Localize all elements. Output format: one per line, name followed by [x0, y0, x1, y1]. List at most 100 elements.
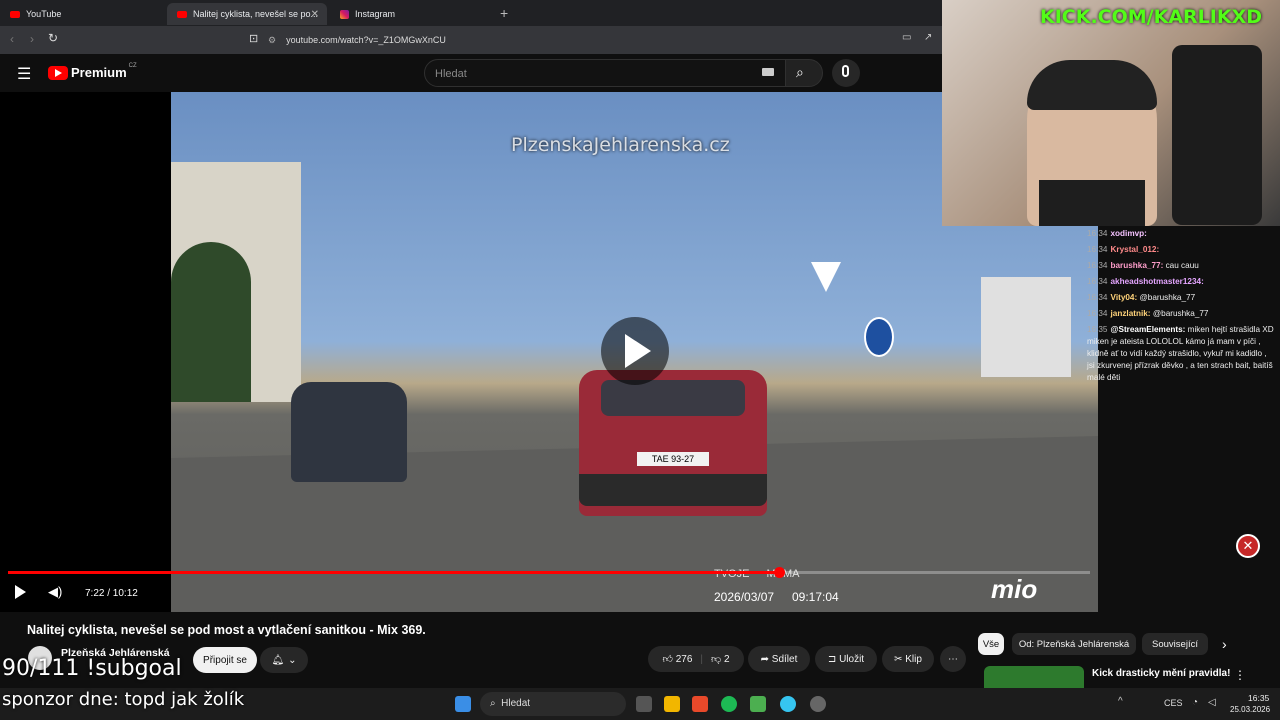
close-overlay-icon[interactable]: ✕: [1236, 534, 1260, 558]
more-actions-button[interactable]: ⋯: [940, 646, 966, 672]
hoodie: [1039, 180, 1145, 226]
taskbar-search[interactable]: ⌕ Hledat: [480, 692, 626, 716]
thumb-up-icon: 👍︎: [662, 654, 673, 665]
play-icon: [625, 334, 651, 368]
chat-username[interactable]: @StreamElements:: [1111, 325, 1186, 334]
chat-username[interactable]: Krystal_012:: [1111, 245, 1160, 254]
parked-car: [291, 382, 407, 482]
url-field[interactable]: ⚙ youtube.com/watch?v=_Z1OMGwXnCU: [268, 31, 918, 49]
gaming-chair: [1172, 45, 1262, 225]
recommended-thumbnail[interactable]: [984, 666, 1084, 688]
tab-video[interactable]: Nalitej cyklista, nevešel se po... ✕: [167, 3, 327, 25]
progress-fill: [8, 571, 780, 574]
language-indicator[interactable]: CES: [1164, 698, 1183, 708]
share-page-icon[interactable]: ↗: [924, 32, 932, 43]
like-dislike-group: 👍︎ 276 | 👎︎ 2: [648, 646, 744, 672]
back-icon[interactable]: ‹: [10, 32, 14, 46]
spotify-icon[interactable]: [721, 696, 737, 712]
subscribe-notifications-button[interactable]: 🔔︎ ⌄: [260, 647, 308, 673]
kick-banner: KICK.COM/KARLIKXD: [1040, 6, 1262, 28]
chat-username[interactable]: Vity04:: [1111, 293, 1138, 302]
search-button[interactable]: ⌕: [785, 59, 823, 87]
app-icon[interactable]: [750, 696, 766, 712]
clock-date: 25.03.2026: [1230, 705, 1271, 714]
recommended-menu-icon[interactable]: ⋮: [1234, 668, 1246, 682]
chip-all[interactable]: Vše: [978, 633, 1004, 655]
chat-username[interactable]: barushka_77:: [1111, 261, 1164, 270]
microphone-icon: [842, 65, 849, 77]
yield-sign: [811, 262, 841, 292]
search-input[interactable]: Hledat: [424, 59, 786, 87]
network-icon[interactable]: ◔: [1192, 697, 1198, 708]
progress-bar[interactable]: [8, 567, 1090, 578]
browser-tab-bar: YouTube Nalitej cyklista, nevešel se po.…: [0, 0, 942, 26]
video-title: Nalitej cyklista, nevešel se pod most a …: [27, 623, 426, 637]
chat-timestamp: 16:34: [1087, 277, 1108, 286]
reload-icon[interactable]: ↻: [48, 31, 58, 45]
chevron-down-icon: ⌄: [288, 654, 297, 666]
share-icon: ➦: [760, 653, 770, 665]
time-display: 7:22 / 10:12: [85, 588, 138, 599]
chip-from-channel[interactable]: Od: Plzeňská Jehlárenská: [1012, 633, 1136, 655]
youtube-icon: [177, 10, 187, 18]
chat-username[interactable]: akheadshotmaster1234:: [1111, 277, 1204, 286]
chat-username[interactable]: janzlatnik:: [1111, 309, 1151, 318]
share-button[interactable]: ➦ Sdílet: [748, 646, 810, 672]
app-icon-2[interactable]: [780, 696, 796, 712]
like-button[interactable]: 👍︎ 276: [662, 653, 692, 665]
license-plate: TAE 93-27: [637, 452, 709, 466]
video-player[interactable]: TAE 93-27 PlzenskaJehlarenska.cz TVOJE M…: [0, 92, 1098, 612]
volume-icon[interactable]: ◀): [48, 584, 62, 600]
search-icon: ⌕: [490, 698, 496, 709]
bookmark-icon[interactable]: ⊡: [249, 32, 258, 45]
start-icon[interactable]: [455, 696, 471, 712]
tray-chevron-icon[interactable]: ^: [1118, 696, 1123, 707]
chat-message: 16:34 barushka_77: cau cauu: [1083, 258, 1280, 274]
chip-related[interactable]: Související: [1142, 633, 1208, 655]
youtube-icon: [10, 10, 20, 18]
file-explorer-icon[interactable]: [664, 696, 680, 712]
brave-browser-icon[interactable]: [692, 696, 708, 712]
clip-button[interactable]: ✂ Klip: [882, 646, 934, 672]
dashcam-date: 2026/03/07: [714, 590, 775, 604]
chat-timestamp: 16:34: [1087, 229, 1108, 238]
chat-timestamp: 16:34: [1087, 309, 1108, 318]
keyboard-icon[interactable]: [762, 68, 774, 76]
streamer: [1027, 60, 1157, 226]
chat-text: @barushka_77: [1152, 309, 1209, 318]
youtube-header: ☰ Premium CZ Hledat ⌕: [0, 54, 942, 92]
scissors-icon: ✂: [894, 653, 903, 665]
bell-icon: 🔔︎: [271, 654, 285, 666]
menu-icon[interactable]: ☰: [17, 64, 31, 84]
chevron-right-icon[interactable]: ›: [1222, 636, 1227, 652]
dislike-button[interactable]: 👎︎ 2: [711, 653, 730, 665]
new-tab-icon[interactable]: +: [500, 5, 508, 21]
chat-message: 16:34 akheadshotmaster1234:: [1083, 274, 1280, 290]
sign-text: TVOJE MAMA: [714, 568, 800, 580]
chat-username[interactable]: xodimvp:: [1111, 229, 1147, 238]
chat-timestamp: 16:34: [1087, 261, 1108, 270]
volume-tray-icon[interactable]: ◁: [1208, 697, 1216, 708]
recommended-title[interactable]: Kick drasticky mění pravidla!: [1092, 668, 1230, 679]
save-button[interactable]: ⊐ Uložit: [815, 646, 877, 672]
youtube-logo[interactable]: Premium CZ: [48, 63, 137, 80]
tab-instagram[interactable]: Instagram: [330, 3, 495, 25]
cast-icon[interactable]: ▭: [902, 32, 911, 43]
search-icon: ⌕: [796, 64, 804, 80]
chat-message: 16:34 Krystal_012:: [1083, 242, 1280, 258]
red-car: TAE 93-27: [579, 370, 767, 516]
voice-search-button[interactable]: [832, 59, 860, 87]
tab-youtube[interactable]: YouTube: [0, 3, 165, 25]
stream-chat: 16:34 xodimvp: 16:34 Krystal_012: 16:34 bar…: [1083, 226, 1280, 516]
play-button-icon[interactable]: [15, 585, 26, 599]
big-play-button[interactable]: [601, 317, 669, 385]
subgoal-overlay: 90/111 !subgoal: [2, 656, 182, 681]
task-view-icon[interactable]: [636, 696, 652, 712]
close-tab-icon[interactable]: ✕: [311, 9, 319, 20]
obs-icon[interactable]: [810, 696, 826, 712]
site-info-icon[interactable]: ⚙: [268, 35, 276, 46]
forward-icon[interactable]: ›: [30, 32, 34, 46]
join-button[interactable]: Připojit se: [193, 647, 257, 673]
more-icon: ⋯: [948, 653, 958, 665]
youtube-play-logo-icon: [48, 65, 68, 80]
